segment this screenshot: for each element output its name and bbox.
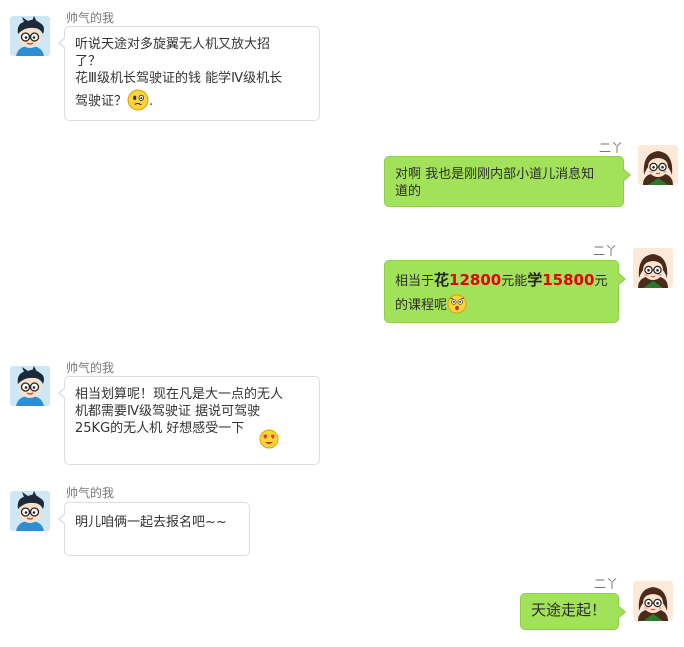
price-text: 元	[594, 274, 608, 289]
price-old: 12800	[449, 271, 502, 289]
heart-eyes-face-icon	[259, 429, 279, 449]
sender-name: 二丫	[599, 141, 624, 155]
price-text: 元能	[501, 274, 528, 289]
sender-name: 帅气的我	[66, 11, 115, 25]
shocked-face-icon	[447, 294, 467, 314]
boy-avatar-icon	[10, 16, 50, 56]
message-bubble[interactable]: 对啊 我也是刚刚内部小道儿消息知 道的	[384, 156, 631, 207]
message-line: 天途走起！	[531, 601, 607, 619]
girl-avatar-icon	[633, 248, 673, 288]
sender-avatar[interactable]	[633, 581, 673, 621]
message-line: 听说天途对多旋翼无人机又放大招	[75, 37, 271, 52]
message-bubble[interactable]: 明儿咱俩一起去报名吧~~	[58, 502, 250, 556]
sender-name: 二丫	[593, 244, 618, 258]
message-line: 明儿咱俩一起去报名吧~~	[75, 515, 227, 530]
message-line: 花Ⅲ级机长驾驶证的钱 能学Ⅳ级机长	[75, 71, 283, 86]
message-trailing-dot: .	[149, 94, 154, 109]
price-text: 相当于	[395, 274, 435, 289]
confused-face-icon	[127, 89, 149, 111]
message-line: 机都需要Ⅳ级驾驶证 据说可驾驶	[75, 404, 261, 419]
message-line: 道的	[395, 184, 422, 199]
price-keyword: 学	[527, 271, 543, 289]
message-line: 驾驶证？	[75, 94, 128, 109]
sender-name: 帅气的我	[66, 486, 115, 500]
message-bubble[interactable]: 相当于花12800元能学15800元 的课程呢	[384, 260, 626, 323]
chat-window: 帅气的我 听说天途对多旋翼无人机又放大招 了？ 花Ⅲ级机长驾驶证的钱 能学Ⅳ级机…	[0, 0, 684, 647]
message-bubble[interactable]: 天途走起！	[520, 593, 626, 630]
sender-avatar[interactable]	[10, 16, 50, 56]
price-keyword: 花	[434, 271, 450, 289]
message-line: 的课程呢	[395, 298, 448, 313]
message-bubble[interactable]: 听说天途对多旋翼无人机又放大招 了？ 花Ⅲ级机长驾驶证的钱 能学Ⅳ级机长 驾驶证…	[58, 26, 320, 121]
sender-avatar[interactable]	[638, 145, 678, 185]
sender-avatar[interactable]	[633, 248, 673, 288]
message-bubble[interactable]: 相当划算呢！现在凡是大一点的无人 机都需要Ⅳ级驾驶证 据说可驾驶 25KG的无人…	[58, 376, 320, 465]
girl-avatar-icon	[633, 581, 673, 621]
sender-avatar[interactable]	[10, 491, 50, 531]
sender-avatar[interactable]	[10, 366, 50, 406]
message-line: 相当划算呢！现在凡是大一点的无人	[75, 387, 284, 402]
price-new: 15800	[542, 271, 595, 289]
message-line: 对啊 我也是刚刚内部小道儿消息知	[395, 167, 595, 182]
sender-name: 二丫	[594, 577, 619, 591]
sender-name: 帅气的我	[66, 361, 115, 375]
boy-avatar-icon	[10, 366, 50, 406]
boy-avatar-icon	[10, 491, 50, 531]
girl-avatar-icon	[638, 145, 678, 185]
message-line: 了？	[75, 54, 102, 69]
